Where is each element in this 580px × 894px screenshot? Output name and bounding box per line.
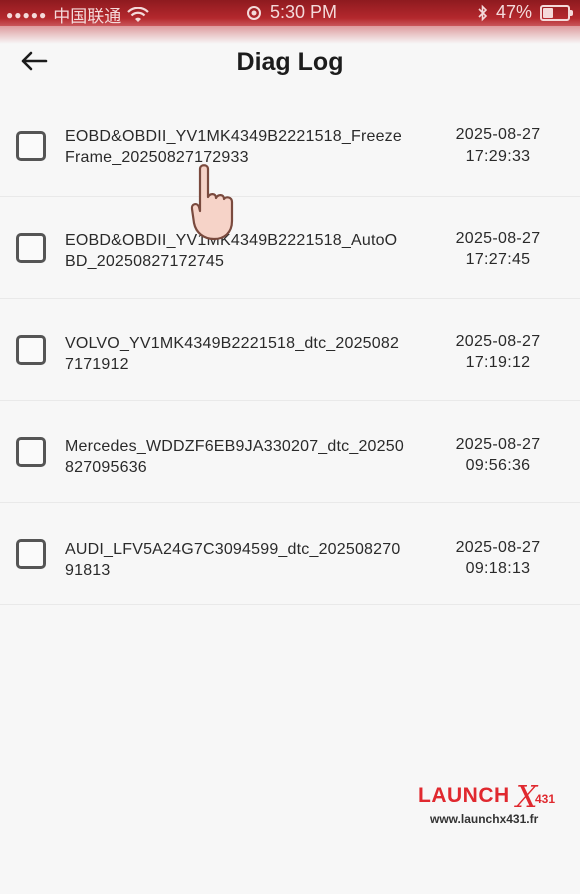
watermark-brand: LAUNCH bbox=[418, 784, 510, 807]
log-row[interactable]: EOBD&OBDII_YV1MK4349B2221518_FreezeFrame… bbox=[0, 95, 580, 197]
log-filename: EOBD&OBDII_YV1MK4349B2221518_FreezeFrame… bbox=[65, 128, 402, 166]
log-date: 2025-08-27 bbox=[455, 126, 541, 143]
log-time: 09:56:36 bbox=[465, 457, 531, 474]
log-row[interactable]: VOLVO_YV1MK4349B2221518_dtc_202508271719… bbox=[0, 299, 580, 401]
battery-icon bbox=[540, 4, 573, 21]
log-row[interactable]: AUDI_LFV5A24G7C3094599_dtc_2025082709181… bbox=[0, 503, 580, 605]
log-row[interactable]: EOBD&OBDII_YV1MK4349B2221518_AutoOBD_202… bbox=[0, 197, 580, 299]
log-filename: VOLVO_YV1MK4349B2221518_dtc_202508271719… bbox=[65, 335, 400, 373]
log-row[interactable]: Mercedes_WDDZF6EB9JA330207_dtc_202508270… bbox=[0, 401, 580, 503]
watermark-brand-number: 431 bbox=[535, 792, 556, 806]
log-date: 2025-08-27 bbox=[455, 333, 541, 350]
log-filename: AUDI_LFV5A24G7C3094599_dtc_2025082709181… bbox=[65, 541, 401, 579]
app-header: Diag Log bbox=[0, 40, 580, 84]
battery-percent: 47% bbox=[495, 2, 532, 22]
status-bar: ●●●●● 中国联通 5:30 PM 47% bbox=[0, 0, 580, 44]
location-icon bbox=[247, 5, 261, 20]
log-time: 17:29:33 bbox=[465, 148, 531, 165]
log-date: 2025-08-27 bbox=[455, 230, 541, 247]
carrier-label: 中国联通 bbox=[53, 7, 122, 26]
diag-log-list: EOBD&OBDII_YV1MK4349B2221518_FreezeFrame… bbox=[0, 95, 580, 605]
log-checkbox[interactable] bbox=[16, 437, 46, 467]
log-time: 09:18:13 bbox=[465, 560, 531, 577]
log-checkbox[interactable] bbox=[16, 539, 46, 569]
log-checkbox[interactable] bbox=[16, 335, 46, 365]
wifi-icon bbox=[127, 6, 150, 22]
log-checkbox[interactable] bbox=[16, 233, 46, 263]
bluetooth-icon bbox=[478, 4, 488, 21]
log-time: 17:19:12 bbox=[465, 354, 531, 371]
log-date: 2025-08-27 bbox=[455, 539, 541, 556]
signal-icon: ●●●●● bbox=[6, 7, 48, 22]
log-filename: EOBD&OBDII_YV1MK4349B2221518_AutoOBD_202… bbox=[65, 232, 398, 270]
log-date: 2025-08-27 bbox=[455, 436, 541, 453]
log-checkbox[interactable] bbox=[16, 131, 46, 161]
log-filename: Mercedes_WDDZF6EB9JA330207_dtc_202508270… bbox=[65, 438, 404, 476]
log-time: 17:27:45 bbox=[465, 251, 531, 268]
watermark-url: www.launchx431.fr bbox=[430, 812, 539, 826]
launch-watermark: LAUNCH X 431 www.launchx431.fr bbox=[418, 780, 568, 834]
status-time: 5:30 PM bbox=[270, 2, 338, 22]
page-title: Diag Log bbox=[236, 48, 344, 76]
